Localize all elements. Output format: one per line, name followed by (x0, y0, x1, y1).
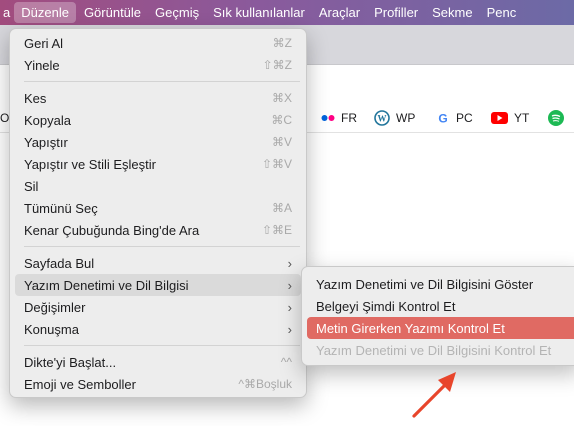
menubar-item-araclar[interactable]: Araçlar (312, 0, 367, 25)
menu-item-select-all-shortcut: ⌘A (271, 201, 292, 215)
menubar-item-profiller[interactable]: Profiller (367, 0, 425, 25)
menu-separator (24, 246, 300, 247)
google-icon: G (436, 111, 450, 126)
menu-item-substitutions-label: Değişimler (24, 299, 86, 315)
wordpress-icon: W (374, 110, 390, 126)
menu-item-redo[interactable]: Yinele ⇧⌘Z (15, 54, 301, 76)
chevron-right-icon: › (287, 277, 292, 293)
menu-item-speech-label: Konuşma (24, 321, 79, 337)
menu-item-copy-label: Kopyala (24, 112, 71, 128)
menu-item-undo-label: Geri Al (24, 35, 64, 51)
menu-item-cut-label: Kes (24, 90, 47, 106)
menu-item-spelling-grammar-label: Yazım Denetimi ve Dil Bilgisi (24, 277, 189, 293)
menu-item-paste[interactable]: Yapıştır ⌘V (15, 131, 301, 153)
menu-item-undo-shortcut: ⌘Z (272, 36, 292, 50)
menu-item-emoji-label: Emoji ve Semboller (24, 376, 136, 392)
menu-item-dictation-label: Dikte'yi Başlat... (24, 354, 117, 370)
menu-item-copy[interactable]: Kopyala ⌘C (15, 109, 301, 131)
menu-item-copy-shortcut: ⌘C (271, 113, 292, 127)
menu-item-redo-label: Yinele (24, 57, 60, 73)
favorite-google[interactable]: G PC (436, 103, 473, 133)
spotify-icon (548, 110, 564, 126)
menu-item-paste-label: Yapıştır (24, 134, 68, 150)
submenu-item-check-grammar: Yazım Denetimi ve Dil Bilgisini Kontrol … (316, 342, 552, 358)
menu-item-find-label: Sayfada Bul (24, 255, 95, 271)
menu-item-select-all-label: Tümünü Seç (24, 200, 98, 216)
menu-item-select-all[interactable]: Tümünü Seç ⌘A (15, 197, 301, 219)
flickr-icon (321, 114, 335, 122)
menu-item-paste-shortcut: ⌘V (271, 135, 292, 149)
menu-item-substitutions[interactable]: Değişimler › (15, 296, 301, 318)
favorite-wordpress[interactable]: W WP (374, 103, 415, 133)
menu-item-emoji[interactable]: Emoji ve Semboller ^⌘Boşluk (15, 373, 301, 395)
menu-item-cut-shortcut: ⌘X (271, 91, 292, 105)
submenu-item-check-document[interactable]: Belgeyi Şimdi Kontrol Et (307, 295, 574, 317)
submenu-item-check-while-typing[interactable]: Metin Girerken Yazımı Kontrol Et (307, 317, 574, 339)
menu-item-bing-search[interactable]: Kenar Çubuğunda Bing'de Ara ⇧⌘E (15, 219, 301, 241)
menu-item-dictation[interactable]: Dikte'yi Başlat... ^^ (15, 351, 301, 373)
edit-menu: Geri Al ⌘Z Yinele ⇧⌘Z Kes ⌘X Kopyala ⌘C … (9, 28, 307, 398)
menu-item-paste-match-style[interactable]: Yapıştır ve Stili Eşleştir ⇧⌘V (15, 153, 301, 175)
menu-item-dictation-shortcut: ^^ (280, 355, 292, 369)
favorite-flickr[interactable]: FR (321, 103, 357, 133)
annotation-arrow-icon (412, 372, 456, 418)
submenu-item-show-spelling[interactable]: Yazım Denetimi ve Dil Bilgisini Göster (307, 273, 574, 295)
favorite-youtube-label: YT (514, 111, 530, 125)
menu-item-speech[interactable]: Konuşma › (15, 318, 301, 340)
menu-separator (24, 81, 300, 82)
favorite-clipped-label: O (0, 111, 10, 125)
menubar-item-duzenle[interactable]: Düzenle (14, 2, 76, 23)
favorite-flickr-label: FR (341, 111, 357, 125)
svg-text:W: W (378, 114, 387, 124)
menu-bar: a Düzenle Görüntüle Geçmiş Sık kullanıla… (0, 0, 574, 25)
menu-item-find[interactable]: Sayfada Bul › (15, 252, 301, 274)
menu-item-bing-search-label: Kenar Çubuğunda Bing'de Ara (24, 222, 200, 238)
menu-item-delete[interactable]: Sil (15, 175, 301, 197)
favorite-spotify[interactable] (548, 103, 570, 133)
menubar-item-pencere[interactable]: Penc (480, 0, 524, 25)
menu-item-paste-match-style-label: Yapıştır ve Stili Eşleştir (24, 156, 156, 172)
menu-item-undo[interactable]: Geri Al ⌘Z (15, 32, 301, 54)
svg-text:G: G (438, 112, 447, 126)
chevron-right-icon: › (287, 299, 292, 315)
menu-item-paste-match-style-shortcut: ⇧⌘V (261, 157, 292, 171)
menubar-item-favorites[interactable]: Sık kullanılanlar (206, 0, 312, 25)
menu-item-bing-search-shortcut: ⇧⌘E (261, 223, 292, 237)
menu-item-spelling-grammar[interactable]: Yazım Denetimi ve Dil Bilgisi › (15, 274, 301, 296)
favorite-google-label: PC (456, 111, 473, 125)
menu-item-cut[interactable]: Kes ⌘X (15, 87, 301, 109)
menubar-item-clipped[interactable]: a (0, 0, 13, 25)
menu-item-delete-label: Sil (24, 178, 39, 194)
favorite-wordpress-label: WP (396, 111, 416, 125)
chevron-right-icon: › (287, 321, 292, 337)
favorite-youtube[interactable]: YT (491, 103, 529, 133)
menu-item-redo-shortcut: ⇧⌘Z (262, 58, 292, 72)
menu-separator (24, 345, 300, 346)
youtube-icon (491, 112, 508, 124)
chevron-right-icon: › (287, 255, 292, 271)
spelling-submenu: Yazım Denetimi ve Dil Bilgisini Göster B… (301, 266, 574, 366)
menubar-item-sekme[interactable]: Sekme (425, 0, 479, 25)
menubar-item-goruntule[interactable]: Görüntüle (77, 0, 148, 25)
menubar-item-gecmis[interactable]: Geçmiş (148, 0, 206, 25)
menu-item-emoji-shortcut: ^⌘Boşluk (238, 377, 292, 391)
